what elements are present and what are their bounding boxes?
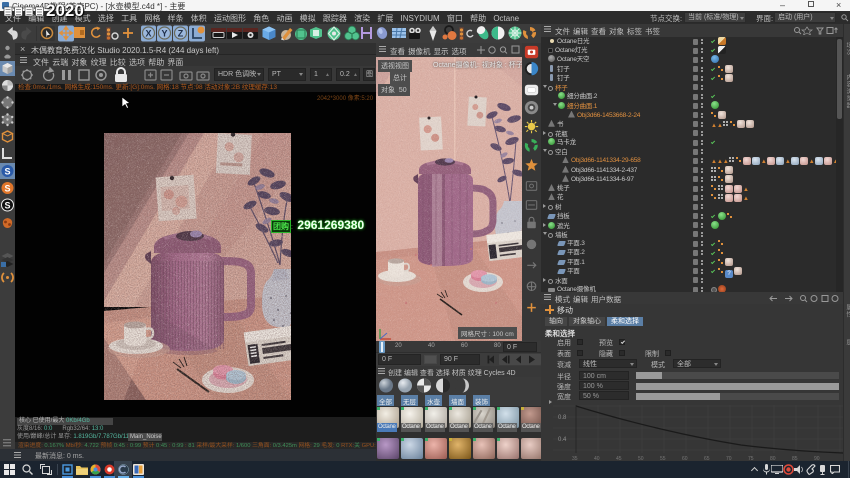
svg-text:0.8: 0.8 [558, 415, 567, 421]
svg-text:S: S [4, 184, 10, 194]
svg-text:S: S [4, 167, 10, 177]
svg-text:Z: Z [178, 29, 184, 39]
svg-text:X: X [145, 29, 151, 39]
svg-text:S: S [4, 201, 10, 211]
svg-text:0.4: 0.4 [558, 437, 567, 443]
svg-text:Y: Y [161, 29, 167, 39]
